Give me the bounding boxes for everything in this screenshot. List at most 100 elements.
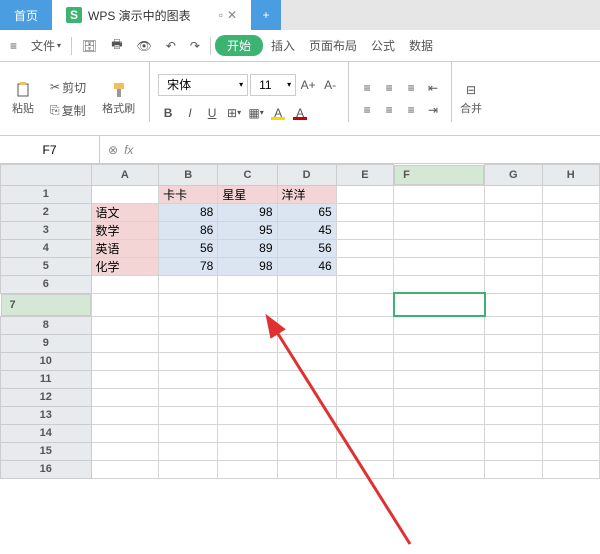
- cell[interactable]: [542, 185, 599, 203]
- cell[interactable]: [485, 334, 542, 352]
- cell[interactable]: [485, 275, 542, 293]
- row-header[interactable]: 8: [1, 316, 92, 334]
- align-top-icon[interactable]: ≡: [357, 78, 377, 98]
- cell[interactable]: [159, 442, 218, 460]
- align-middle-icon[interactable]: ≡: [379, 78, 399, 98]
- cell[interactable]: [394, 316, 485, 334]
- data-tab[interactable]: 数据: [403, 35, 439, 56]
- cell[interactable]: [218, 293, 277, 316]
- cell[interactable]: [485, 203, 542, 221]
- cell[interactable]: [485, 185, 542, 203]
- cell[interactable]: [542, 293, 599, 316]
- cell[interactable]: 45: [277, 221, 336, 239]
- row-header[interactable]: 3: [1, 221, 92, 239]
- cell-style-button[interactable]: ▦▾: [246, 103, 266, 123]
- cell[interactable]: [91, 185, 159, 203]
- cell[interactable]: [91, 352, 159, 370]
- row-header[interactable]: 7: [1, 294, 91, 316]
- cell[interactable]: [218, 442, 277, 460]
- cell[interactable]: [336, 257, 393, 275]
- format-painter-icon[interactable]: [111, 82, 127, 98]
- font-name-select[interactable]: 宋体▾: [158, 74, 248, 96]
- cell[interactable]: 89: [218, 239, 277, 257]
- align-right-icon[interactable]: ≡: [401, 100, 421, 120]
- insert-tab[interactable]: 插入: [265, 35, 301, 56]
- cell[interactable]: 88: [159, 203, 218, 221]
- indent-left-icon[interactable]: ⇤: [423, 78, 443, 98]
- increase-font-icon[interactable]: A+: [298, 75, 318, 95]
- cell[interactable]: [394, 334, 485, 352]
- cell[interactable]: [542, 424, 599, 442]
- preview-icon[interactable]: 👁: [131, 37, 158, 55]
- align-bottom-icon[interactable]: ≡: [401, 78, 421, 98]
- cell[interactable]: [159, 334, 218, 352]
- cell[interactable]: [542, 334, 599, 352]
- spreadsheet-grid[interactable]: ABCDEFGH1卡卡星星洋洋2语文8898653数学8695454英语5689…: [0, 164, 600, 554]
- col-header[interactable]: B: [159, 165, 218, 186]
- border-button[interactable]: ⊞▾: [224, 103, 244, 123]
- col-header[interactable]: H: [542, 165, 599, 186]
- cell[interactable]: [218, 424, 277, 442]
- cell[interactable]: [485, 388, 542, 406]
- cell[interactable]: [159, 424, 218, 442]
- cell[interactable]: [218, 406, 277, 424]
- col-header[interactable]: C: [218, 165, 277, 186]
- cell[interactable]: [485, 406, 542, 424]
- cell[interactable]: [485, 257, 542, 275]
- align-left-icon[interactable]: ≡: [357, 100, 377, 120]
- cell[interactable]: [277, 460, 336, 478]
- row-header[interactable]: 1: [1, 185, 92, 203]
- cell[interactable]: [218, 370, 277, 388]
- cell[interactable]: [277, 316, 336, 334]
- col-header[interactable]: A: [91, 165, 159, 186]
- fx-cancel-icon[interactable]: ⊗: [108, 143, 118, 157]
- cell[interactable]: [277, 424, 336, 442]
- col-header[interactable]: D: [277, 165, 336, 186]
- font-color-button[interactable]: A: [290, 103, 310, 123]
- cell[interactable]: [485, 293, 542, 316]
- cell[interactable]: [159, 293, 218, 316]
- cell[interactable]: [485, 442, 542, 460]
- cell[interactable]: [394, 257, 485, 275]
- name-box[interactable]: F7: [0, 136, 100, 163]
- row-header[interactable]: 6: [1, 275, 92, 293]
- cell[interactable]: [336, 275, 393, 293]
- cell[interactable]: [394, 460, 485, 478]
- cell[interactable]: [277, 275, 336, 293]
- cell[interactable]: 化学: [91, 257, 159, 275]
- cell[interactable]: [394, 185, 485, 203]
- cell[interactable]: 卡卡: [159, 185, 218, 203]
- cell[interactable]: [336, 334, 393, 352]
- cell[interactable]: [277, 406, 336, 424]
- underline-button[interactable]: U: [202, 103, 222, 123]
- cell[interactable]: [394, 293, 485, 316]
- cell[interactable]: [336, 406, 393, 424]
- indent-right-icon[interactable]: ⇥: [423, 100, 443, 120]
- cell[interactable]: [218, 460, 277, 478]
- cell[interactable]: [542, 316, 599, 334]
- document-tab[interactable]: S WPS 演示中的图表 ▫ ✕: [52, 0, 251, 30]
- font-size-select[interactable]: 11▾: [250, 74, 296, 96]
- col-header[interactable]: E: [336, 165, 393, 186]
- file-menu[interactable]: 文件▾: [25, 35, 67, 56]
- italic-button[interactable]: I: [180, 103, 200, 123]
- cell[interactable]: [277, 370, 336, 388]
- cell[interactable]: [394, 239, 485, 257]
- cell[interactable]: [218, 334, 277, 352]
- cell[interactable]: [277, 334, 336, 352]
- cell[interactable]: 46: [277, 257, 336, 275]
- cell[interactable]: [542, 257, 599, 275]
- fill-color-button[interactable]: A: [268, 103, 288, 123]
- cell[interactable]: [159, 316, 218, 334]
- row-header[interactable]: 9: [1, 334, 92, 352]
- cell[interactable]: [277, 352, 336, 370]
- cell[interactable]: [336, 239, 393, 257]
- cell[interactable]: [542, 203, 599, 221]
- cut-button[interactable]: ✂剪切: [44, 77, 92, 98]
- formula-tab[interactable]: 公式: [365, 35, 401, 56]
- cell[interactable]: [542, 352, 599, 370]
- cell[interactable]: [91, 388, 159, 406]
- cell[interactable]: [91, 370, 159, 388]
- cell[interactable]: [218, 352, 277, 370]
- copy-button[interactable]: ⎘复制: [44, 100, 92, 121]
